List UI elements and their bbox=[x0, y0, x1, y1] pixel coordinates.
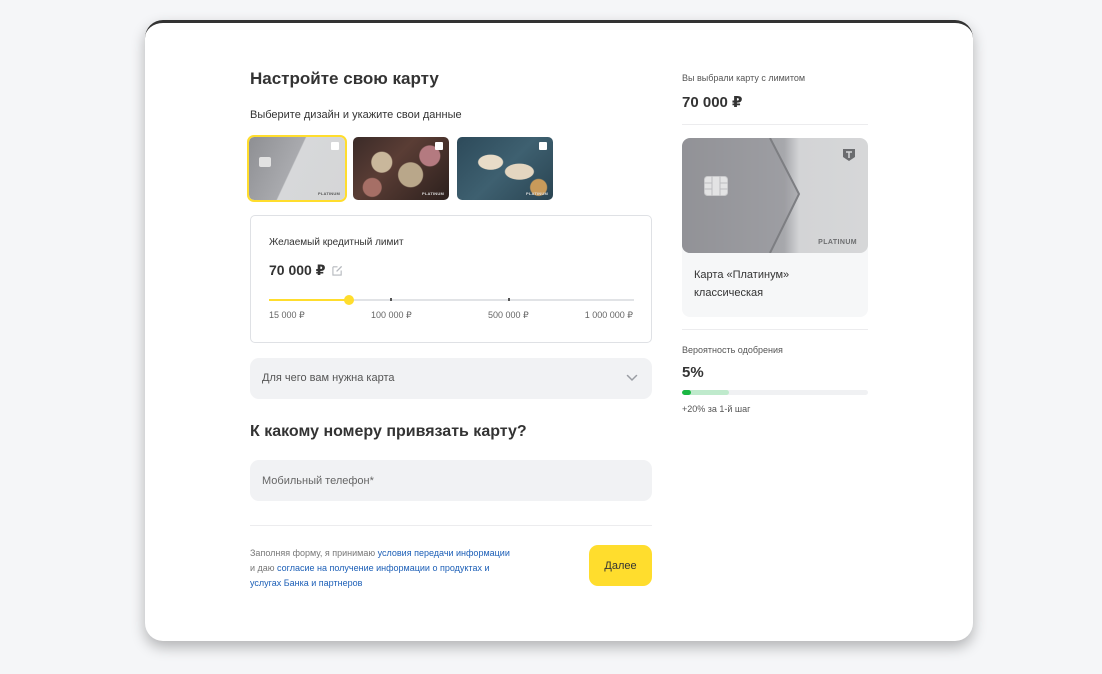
chip-icon bbox=[259, 157, 271, 167]
card-purpose-select[interactable]: Для чего вам нужна карта bbox=[250, 358, 652, 399]
design-thumb-snake[interactable]: PLATINUM bbox=[353, 137, 449, 200]
bank-logo-icon bbox=[539, 142, 547, 150]
design-thumb-cranes[interactable]: PLATINUM bbox=[457, 137, 553, 200]
card-label: PLATINUM bbox=[818, 239, 857, 246]
scale-label-min: 15 000 ₽ bbox=[269, 310, 305, 320]
application-panel: Настройте свою карту Выберите дизайн и у… bbox=[145, 20, 973, 641]
slider-tick bbox=[508, 298, 510, 301]
consent-text-part: Заполняя форму, я принимаю bbox=[250, 548, 378, 558]
bank-logo-icon bbox=[435, 142, 443, 150]
card-label: PLATINUM bbox=[526, 191, 548, 196]
slider-fill bbox=[269, 299, 350, 301]
marketing-consent-link[interactable]: согласие на получение информации о проду… bbox=[250, 563, 490, 588]
card-name: Карта «Платинум» классическая bbox=[694, 269, 790, 299]
divider bbox=[682, 124, 868, 125]
approval-hint: +20% за 1-й шаг bbox=[682, 404, 751, 414]
approval-caption: Вероятность одобрения bbox=[682, 345, 783, 355]
card-label: PLATINUM bbox=[422, 191, 444, 196]
slider-tick bbox=[390, 298, 392, 301]
scale-label-max: 1 000 000 ₽ bbox=[584, 310, 633, 320]
card-design-picker: PLATINUM PLATINUM PLATINUM bbox=[247, 135, 553, 202]
card-label: PLATINUM bbox=[318, 191, 340, 196]
chip-icon bbox=[704, 176, 728, 196]
edit-icon[interactable] bbox=[332, 265, 343, 276]
credit-limit-label: Желаемый кредитный лимит bbox=[269, 237, 404, 248]
divider bbox=[682, 329, 868, 330]
selected-limit-caption: Вы выбрали карту с лимитом bbox=[682, 73, 806, 83]
consent-text: Заполняя форму, я принимаю условия перед… bbox=[250, 546, 510, 591]
credit-limit-box: Желаемый кредитный лимит 70 000 ₽ 15 000… bbox=[250, 215, 652, 343]
mobile-phone-input[interactable] bbox=[250, 460, 652, 501]
card-purpose-placeholder: Для чего вам нужна карта bbox=[262, 372, 395, 384]
next-button[interactable]: Далее bbox=[589, 545, 652, 586]
card-image: PLATINUM bbox=[682, 138, 868, 253]
data-transfer-terms-link[interactable]: условия передачи информации bbox=[378, 548, 510, 558]
bank-logo-icon bbox=[331, 142, 339, 150]
approval-value: 5% bbox=[682, 364, 704, 381]
scale-label-500k: 500 000 ₽ bbox=[488, 310, 529, 320]
credit-limit-value[interactable]: 70 000 ₽ bbox=[269, 262, 325, 279]
selected-limit-amount: 70 000 ₽ bbox=[682, 94, 743, 111]
design-thumb-platinum-classic[interactable]: PLATINUM bbox=[247, 135, 347, 202]
phone-section-title: К какому номеру привязать карту? bbox=[250, 423, 527, 440]
bank-logo-icon bbox=[843, 149, 855, 161]
slider-handle[interactable] bbox=[344, 295, 355, 305]
credit-limit-slider[interactable] bbox=[269, 295, 634, 305]
form-subtitle: Выберите дизайн и укажите свои данные bbox=[250, 109, 462, 121]
consent-text-part: и даю bbox=[250, 563, 278, 573]
scale-label-100k: 100 000 ₽ bbox=[371, 310, 412, 320]
selected-card-preview: PLATINUM Карта «Платинум» классическая bbox=[682, 138, 868, 317]
form-title: Настройте свою карту bbox=[250, 69, 439, 88]
approval-progress-bar bbox=[682, 390, 868, 395]
approval-current-fill bbox=[682, 390, 692, 395]
chevron-down-icon bbox=[626, 374, 638, 382]
divider bbox=[250, 525, 652, 526]
